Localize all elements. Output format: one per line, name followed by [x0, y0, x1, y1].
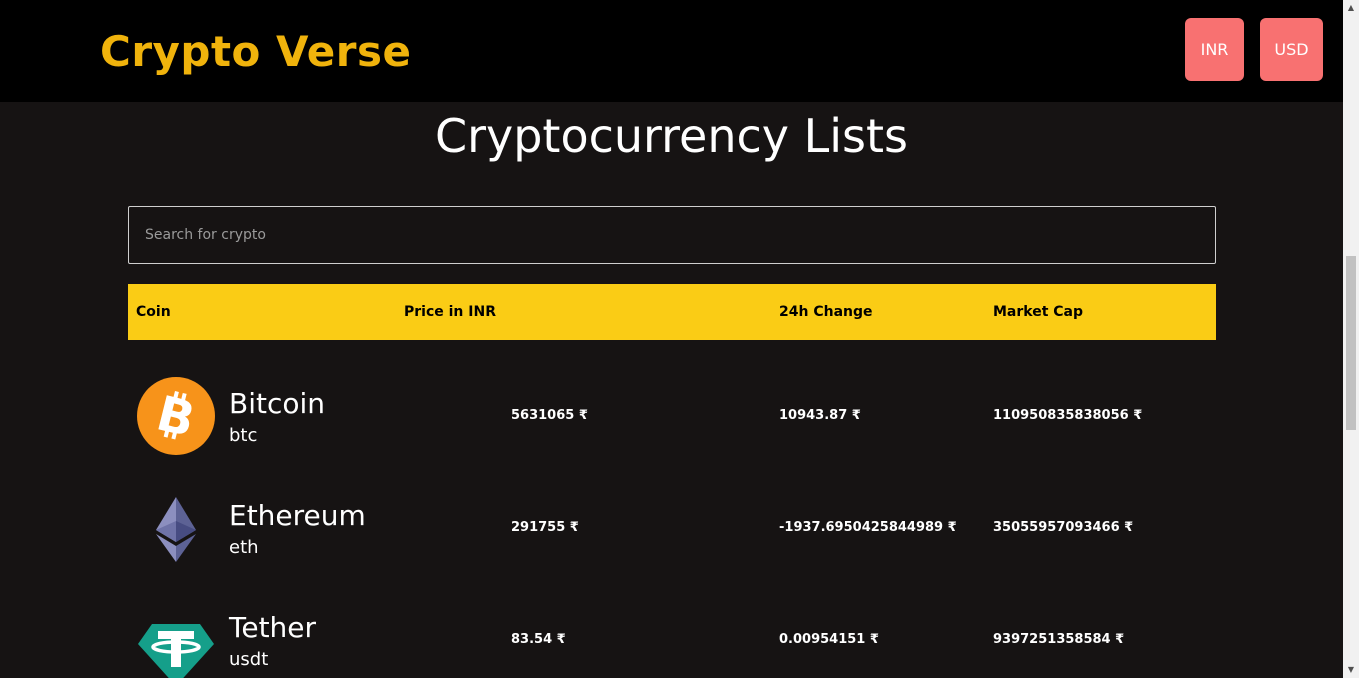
column-header-market-cap: Market Cap	[993, 304, 1084, 320]
currency-inr-button[interactable]: INR	[1185, 18, 1244, 81]
brand-logo-text[interactable]: Crypto Verse	[100, 26, 411, 78]
page-title: Cryptocurrency Lists	[434, 109, 909, 163]
scroll-down-icon[interactable]: ▼	[1343, 662, 1359, 678]
coin-name: Ethereum	[229, 499, 366, 532]
table-header: Coin Price in INR 24h Change Market Cap	[128, 284, 1216, 340]
column-header-coin: Coin	[136, 304, 171, 320]
scroll-up-icon[interactable]: ▲	[1343, 0, 1359, 16]
table-row[interactable]: B Bitcoin btc 5631065 ₹ 10943.87 ₹ 11095…	[128, 360, 1216, 472]
coin-symbol: eth	[229, 537, 259, 558]
bitcoin-icon: B	[136, 376, 216, 456]
coin-market-cap: 110950835838056 ₹	[993, 408, 1143, 423]
coin-name: Bitcoin	[229, 387, 326, 420]
coin-symbol: usdt	[229, 649, 269, 670]
column-header-price: Price in INR	[404, 304, 496, 320]
coin-price: 83.54 ₹	[511, 632, 566, 647]
coin-symbol: btc	[229, 425, 258, 446]
coin-market-cap: 9397251358584 ₹	[993, 632, 1125, 647]
table-row[interactable]: Ethereum eth 291755 ₹ -1937.695042584498…	[128, 472, 1216, 584]
coin-24h-change: 0.00954151 ₹	[779, 632, 879, 647]
coin-name: Tether	[229, 611, 317, 644]
column-header-change: 24h Change	[779, 304, 873, 320]
coin-market-cap: 35055957093466 ₹	[993, 520, 1134, 535]
coin-price: 5631065 ₹	[511, 408, 588, 423]
currency-usd-button[interactable]: USD	[1260, 18, 1323, 81]
coin-24h-change: -1937.6950425844989 ₹	[779, 520, 957, 535]
navbar: Crypto Verse INR USD	[0, 0, 1343, 102]
coin-price: 291755 ₹	[511, 520, 579, 535]
tether-icon	[136, 600, 216, 678]
page: Crypto Verse INR USD Cryptocurrency List…	[0, 0, 1359, 678]
coin-24h-change: 10943.87 ₹	[779, 408, 861, 423]
search-input[interactable]	[128, 206, 1216, 264]
page-scrollbar[interactable]: ▲ ▼	[1343, 0, 1359, 678]
ethereum-icon	[136, 488, 216, 568]
table-row[interactable]: Tether usdt 83.54 ₹ 0.00954151 ₹ 9397251…	[128, 584, 1216, 678]
scrollbar-thumb[interactable]	[1346, 256, 1356, 430]
